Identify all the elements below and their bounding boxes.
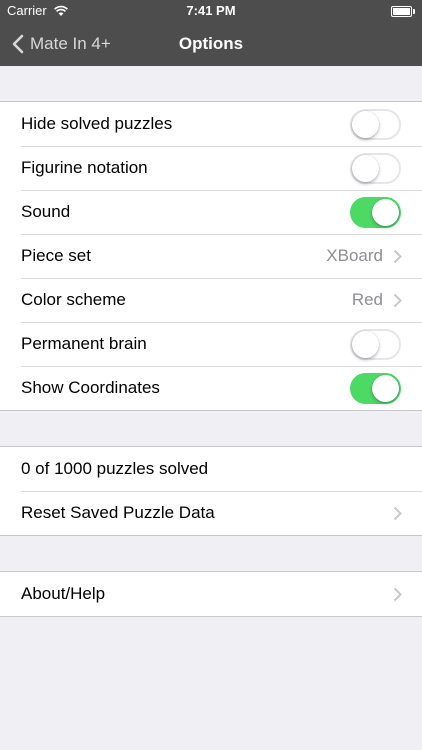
piece-set-label: Piece set — [21, 246, 91, 265]
reset-data-label: Reset Saved Puzzle Data — [21, 503, 215, 522]
options-list: Hide solved puzzles Figurine notation So… — [0, 66, 422, 617]
show-coordinates-label: Show Coordinates — [21, 378, 160, 397]
figurine-notation-label: Figurine notation — [21, 158, 148, 177]
piece-set-value: XBoard — [326, 246, 383, 265]
hide-solved-toggle[interactable] — [350, 108, 401, 140]
battery-icon — [391, 6, 415, 17]
navigation-bar: Mate In 4+ Options — [0, 22, 422, 66]
chevron-right-icon — [393, 249, 402, 264]
permanent-brain-toggle[interactable] — [350, 328, 401, 360]
progress-group: 0 of 1000 puzzles solved Reset Saved Puz… — [0, 446, 422, 536]
figurine-notation-row: Figurine notation — [0, 146, 422, 190]
piece-set-row[interactable]: Piece set XBoard — [0, 234, 422, 278]
chevron-right-icon — [393, 506, 402, 521]
clock: 7:41 PM — [186, 3, 236, 18]
permanent-brain-label: Permanent brain — [21, 334, 147, 353]
chevron-right-icon — [393, 293, 402, 308]
sound-label: Sound — [21, 202, 71, 221]
show-coordinates-toggle[interactable] — [350, 372, 401, 404]
color-scheme-label: Color scheme — [21, 290, 126, 309]
figurine-notation-toggle[interactable] — [350, 152, 401, 184]
chevron-right-icon — [393, 587, 402, 602]
sound-row: Sound — [0, 190, 422, 234]
hide-solved-row: Hide solved puzzles — [0, 102, 422, 146]
color-scheme-row[interactable]: Color scheme Red — [0, 278, 422, 322]
about-group: About/Help — [0, 571, 422, 617]
status-bar: Carrier 7:41 PM — [0, 0, 422, 22]
color-scheme-value: Red — [351, 290, 383, 309]
top-bar: Carrier 7:41 PM Mate In 4+ Options — [0, 0, 422, 66]
show-coordinates-row: Show Coordinates — [0, 366, 422, 410]
puzzles-solved-row: 0 of 1000 puzzles solved — [0, 447, 422, 491]
permanent-brain-row: Permanent brain — [0, 322, 422, 366]
hide-solved-label: Hide solved puzzles — [21, 114, 173, 133]
page-title: Options — [178, 34, 244, 53]
about-help-label: About/Help — [21, 584, 106, 603]
reset-data-row[interactable]: Reset Saved Puzzle Data — [0, 491, 422, 535]
settings-group: Hide solved puzzles Figurine notation So… — [0, 101, 422, 411]
sound-toggle[interactable] — [350, 196, 401, 228]
puzzles-solved-text: 0 of 1000 puzzles solved — [21, 459, 209, 478]
about-help-row[interactable]: About/Help — [0, 572, 422, 616]
